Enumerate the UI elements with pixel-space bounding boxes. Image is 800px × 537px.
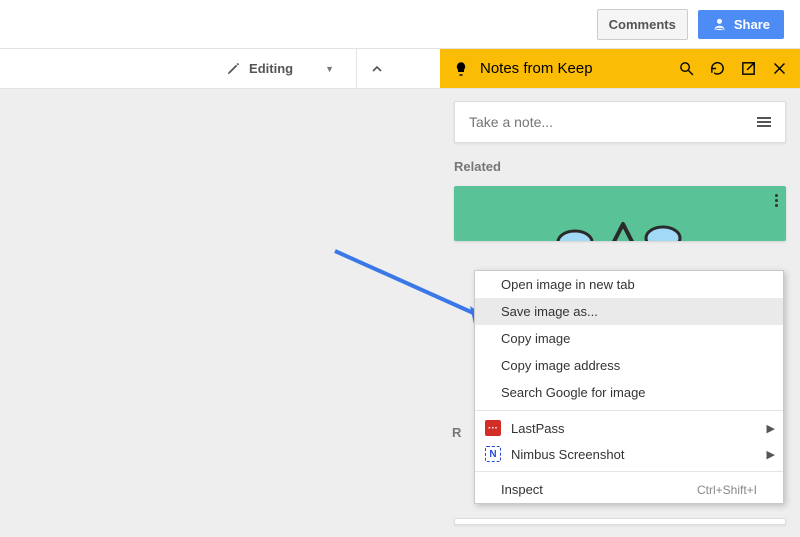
lastpass-icon: ··· <box>485 420 501 436</box>
cm-save-image-as[interactable]: Save image as... <box>475 298 783 325</box>
context-menu: Open image in new tab Save image as... C… <box>474 270 784 504</box>
related-label: Related <box>454 159 786 174</box>
cm-lastpass[interactable]: ··· LastPass ▶ <box>475 415 783 441</box>
cm-lastpass-label: LastPass <box>511 421 564 436</box>
keep-panel-header: Notes from Keep <box>440 49 800 88</box>
cm-inspect-shortcut: Ctrl+Shift+I <box>697 483 757 497</box>
chevron-down-icon: ▼ <box>325 64 334 74</box>
cm-copy-address[interactable]: Copy image address <box>475 352 783 379</box>
bulb-icon <box>452 60 470 78</box>
cm-inspect[interactable]: Inspect Ctrl+Shift+I <box>475 476 783 503</box>
comments-button[interactable]: Comments <box>597 9 688 40</box>
refresh-icon[interactable] <box>709 60 726 77</box>
note-text-field[interactable] <box>469 114 757 130</box>
nimbus-icon: N <box>485 446 501 462</box>
open-external-icon[interactable] <box>740 60 757 77</box>
share-label: Share <box>734 17 770 32</box>
cm-separator <box>475 410 783 411</box>
share-icon <box>712 17 727 32</box>
submenu-arrow-icon: ▶ <box>767 448 775 461</box>
editing-label: Editing <box>249 61 293 76</box>
submenu-arrow-icon: ▶ <box>767 422 775 435</box>
card-menu-icon[interactable] <box>775 194 778 207</box>
r-label: R <box>452 425 461 440</box>
list-icon[interactable] <box>757 117 771 127</box>
keep-title-label: Notes from Keep <box>480 60 593 77</box>
cm-search-google[interactable]: Search Google for image <box>475 379 783 406</box>
cm-inspect-label: Inspect <box>501 482 543 497</box>
close-icon[interactable] <box>771 60 788 77</box>
cm-nimbus-label: Nimbus Screenshot <box>511 447 624 462</box>
chevron-up-icon <box>369 61 385 77</box>
cm-nimbus[interactable]: N Nimbus Screenshot ▶ <box>475 441 783 467</box>
collapse-up-button[interactable] <box>356 49 397 88</box>
cm-open-new-tab[interactable]: Open image in new tab <box>475 271 783 298</box>
cm-copy-image[interactable]: Copy image <box>475 325 783 352</box>
cm-separator <box>475 471 783 472</box>
keep-note-card-2[interactable] <box>454 518 786 525</box>
search-icon[interactable] <box>678 60 695 77</box>
editing-mode-button[interactable]: Editing ▼ <box>216 55 344 82</box>
pencil-icon <box>226 61 241 76</box>
keep-note-card[interactable] <box>454 186 786 241</box>
share-button[interactable]: Share <box>698 10 784 39</box>
card-illustration <box>545 214 695 241</box>
take-note-input[interactable] <box>454 101 786 143</box>
